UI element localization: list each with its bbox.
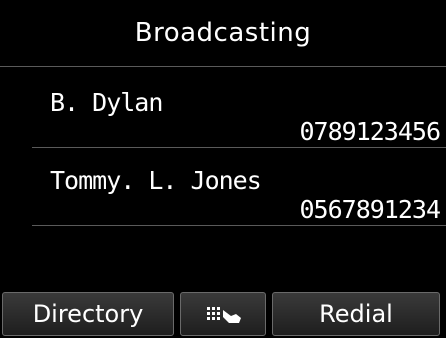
entry-divider (32, 225, 446, 226)
recipient-number: 0789123456 (299, 117, 441, 146)
function-button-bar: Directory Redial (0, 290, 446, 338)
recipient-name: Tommy. L. Jones (50, 166, 262, 195)
touch-tone-icon (201, 302, 245, 326)
tone-button[interactable] (180, 292, 266, 336)
redial-button[interactable]: Redial (272, 292, 440, 336)
recipient-entry[interactable]: B. Dylan 0789123456 (32, 70, 446, 148)
directory-button[interactable]: Directory (2, 292, 174, 336)
recipient-number: 0567891234 (299, 195, 441, 224)
screen-title: Broadcasting (134, 18, 312, 48)
recipient-name: B. Dylan (50, 88, 163, 117)
header-divider (0, 66, 446, 67)
recipient-entry[interactable]: Tommy. L. Jones 0567891234 (32, 148, 446, 226)
